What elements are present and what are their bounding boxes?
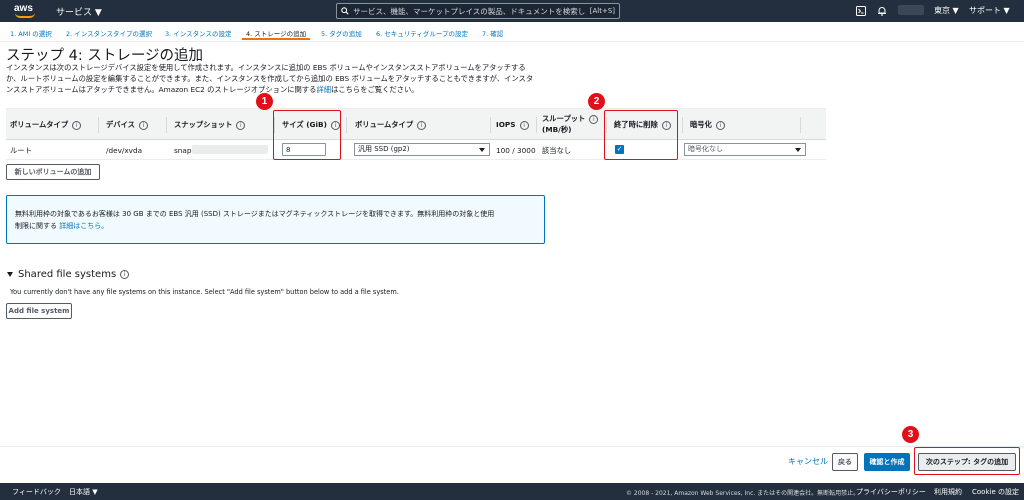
search-input[interactable] <box>353 6 593 16</box>
column-divider <box>682 117 683 133</box>
tab-choose-instance-type[interactable]: 2. インスタンスタイプの選択 <box>66 28 152 38</box>
add-file-system-button[interactable]: Add file system <box>6 303 72 319</box>
aws-smile-mark <box>15 13 35 18</box>
back-button[interactable]: 戻る <box>832 453 858 471</box>
snapshot-id-redacted <box>192 145 268 154</box>
column-divider <box>98 117 99 133</box>
info-icon[interactable]: i <box>138 120 148 130</box>
col-iops[interactable]: IOPS i <box>496 120 529 130</box>
info-icon[interactable]: i <box>72 120 82 130</box>
col-throughput[interactable]: スループット i (MB/秒) <box>542 113 599 135</box>
terms-link[interactable]: 利用規約 <box>934 487 962 497</box>
review-and-launch-button[interactable]: 確認と作成 <box>864 453 910 471</box>
cloudshell-icon[interactable] <box>856 6 866 16</box>
volume-type-select[interactable]: 汎用 SSD (gp2) <box>354 143 490 156</box>
footer: フィードバック 日本語 ▼ © 2008 - 2021, Amazon Web … <box>0 483 1024 500</box>
region-menu[interactable]: 東京 ▼ <box>934 5 959 16</box>
tab-add-tags[interactable]: 5. タグの追加 <box>321 28 362 38</box>
free-tier-info-box: 無料利用枠の対象であるお客様は 30 GB までの EBS 汎用 (SSD) ス… <box>6 195 545 244</box>
info-icon[interactable]: i <box>120 269 130 279</box>
info-icon[interactable]: i <box>589 114 599 124</box>
cookie-settings-link[interactable]: Cookie の設定 <box>972 487 1019 497</box>
copyright-text: © 2008 - 2021, Amazon Web Services, Inc.… <box>626 490 860 497</box>
page-description: インスタンスは次のストレージデバイス設定を使用して作成されます。インスタンスに追… <box>6 63 534 94</box>
wizard-steps: 1. AMI の選択 2. インスタンスタイプの選択 3. インスタンスの設定 … <box>0 22 1024 42</box>
cell-iops: 100 / 3000 <box>496 146 536 155</box>
privacy-link[interactable]: プライバシーポリシー <box>856 487 926 497</box>
top-nav: aws サービス ▼ [Alt+S] 東京 ▼ サポート ▼ <box>0 0 1024 22</box>
tab-add-storage[interactable]: 4. ストレージの追加 <box>241 28 311 40</box>
services-menu[interactable]: サービス ▼ <box>56 5 102 18</box>
cell-throughput: 該当なし <box>542 146 572 155</box>
chevron-down-icon <box>795 148 801 152</box>
annotation-badge-1: 1 <box>256 93 273 110</box>
column-divider <box>490 117 491 133</box>
bell-icon[interactable] <box>877 6 887 16</box>
table-row: ルート /dev/xvda snap 汎用 SSD (gp2) 100 / 30… <box>6 140 826 160</box>
info-icon[interactable]: i <box>236 120 246 130</box>
col-encryption[interactable]: 暗号化 i <box>690 120 725 130</box>
info-icon[interactable]: i <box>519 120 529 130</box>
col-snapshot[interactable]: スナップショット i <box>174 120 246 130</box>
tab-configure-instance[interactable]: 3. インスタンスの設定 <box>165 28 232 38</box>
annotation-box-next <box>914 447 1020 475</box>
search-icon <box>341 7 349 15</box>
column-divider <box>800 117 801 133</box>
info-icon[interactable]: i <box>417 120 427 130</box>
details-link[interactable]: 詳細 <box>316 85 331 94</box>
learn-more-link[interactable]: 詳細はこちら。 <box>59 222 108 230</box>
search-shortcut: [Alt+S] <box>589 7 615 15</box>
annotation-badge-2: 2 <box>588 93 605 110</box>
col-device[interactable]: デバイス i <box>106 120 148 130</box>
tab-review[interactable]: 7. 確認 <box>482 28 503 38</box>
cell-device: /dev/xvda <box>106 146 143 155</box>
add-volume-button[interactable]: 新しいボリュームの追加 <box>6 164 100 180</box>
cell-volume-type: ルート <box>10 146 32 155</box>
col-volume-type[interactable]: ボリュームタイプ i <box>10 120 82 130</box>
storage-table-header: ボリュームタイプ i デバイス i スナップショット i サイズ (GiB) i ボリュ… <box>6 108 826 140</box>
encryption-select[interactable]: 暗号化なし <box>684 143 806 156</box>
search-bar[interactable]: [Alt+S] <box>336 3 620 19</box>
info-icon[interactable]: i <box>715 120 725 130</box>
shared-file-systems-description: You currently don't have any file system… <box>10 288 399 296</box>
aws-logo[interactable]: aws <box>14 3 44 19</box>
tab-security-group[interactable]: 6. セキュリティグループの設定 <box>376 28 468 38</box>
column-divider <box>346 117 347 133</box>
annotation-box-size <box>273 110 341 160</box>
column-divider <box>166 117 167 133</box>
annotation-box-delete-on-termination <box>604 110 678 160</box>
actions-divider <box>0 446 1024 447</box>
column-divider <box>536 117 537 133</box>
support-menu[interactable]: サポート ▼ <box>969 5 1010 16</box>
annotation-badge-3: 3 <box>902 426 919 443</box>
shared-file-systems-toggle[interactable]: Shared file systems i <box>7 269 130 280</box>
account-menu[interactable] <box>898 5 924 15</box>
feedback-link[interactable]: フィードバック <box>12 487 61 497</box>
caret-down-icon <box>7 271 13 277</box>
cancel-link[interactable]: キャンセル <box>788 456 828 467</box>
cell-snapshot: snap <box>174 146 192 155</box>
col-volume-kind[interactable]: ボリュームタイプ i <box>355 120 427 130</box>
language-select[interactable]: 日本語 ▼ <box>69 487 98 497</box>
tab-choose-ami[interactable]: 1. AMI の選択 <box>10 28 52 38</box>
chevron-down-icon <box>479 148 485 152</box>
